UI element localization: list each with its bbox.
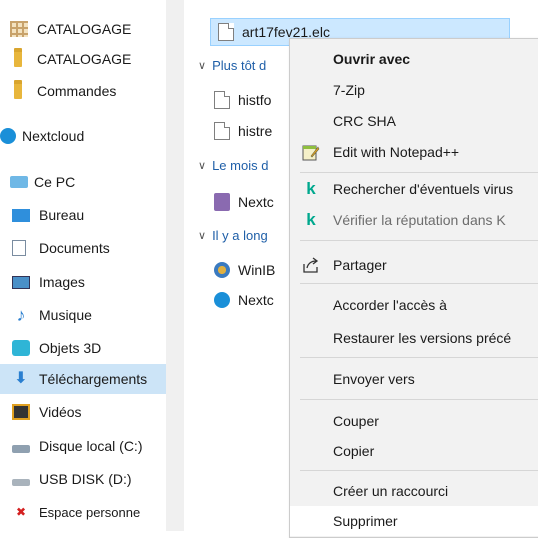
- menu-separator: [300, 357, 538, 358]
- objects-3d-icon: [12, 340, 30, 356]
- menu-item-couper[interactable]: Couper: [290, 406, 538, 436]
- menu-separator: [300, 283, 538, 284]
- menu-item-crc-sha[interactable]: CRC SHA: [290, 106, 538, 136]
- chevron-down-icon: ∨: [198, 160, 207, 172]
- chevron-down-icon: ∨: [198, 60, 207, 72]
- documents-icon: [12, 240, 26, 256]
- chevron-down-icon: ∨: [198, 230, 207, 242]
- nextcloud-icon: [214, 292, 230, 308]
- usb-drive-icon: [12, 479, 30, 486]
- kaspersky-icon: k: [306, 210, 316, 229]
- nav-item-disque-local[interactable]: Disque local (C:): [12, 431, 178, 461]
- nextcloud-icon: [0, 128, 16, 144]
- menu-item-ouvrir-avec[interactable]: Ouvrir avec: [290, 44, 538, 74]
- menu-separator: [300, 240, 538, 241]
- file-row-winib[interactable]: WinIB: [214, 258, 275, 282]
- pictures-icon: [12, 275, 30, 289]
- menu-item-supprimer[interactable]: Supprimer: [290, 506, 538, 536]
- file-row-nextc-1[interactable]: Nextc: [214, 190, 274, 214]
- folder-icon: [14, 80, 22, 99]
- nav-item-objets-3d[interactable]: Objets 3D: [12, 333, 178, 363]
- menu-item-edit-notepad[interactable]: Edit with Notepad++: [290, 137, 538, 167]
- kaspersky-icon: k: [306, 179, 316, 198]
- nav-item-telechargements[interactable]: ⬇ Téléchargements: [0, 364, 166, 394]
- menu-item-partager[interactable]: Partager: [290, 250, 538, 280]
- menu-separator: [300, 399, 538, 400]
- folder-icon: [14, 48, 22, 67]
- installer-icon: [214, 193, 230, 211]
- winibw-icon: [214, 262, 230, 278]
- grid-folder-icon: [10, 21, 28, 37]
- group-header-le-mois[interactable]: ∨ Le mois d: [198, 158, 268, 173]
- menu-item-envoyer-vers[interactable]: Envoyer vers: [290, 364, 538, 394]
- nav-item-espace-personnel[interactable]: ✖ Espace personne: [12, 497, 178, 527]
- nav-item-documents[interactable]: Documents: [12, 233, 178, 263]
- desktop-icon: [12, 208, 30, 222]
- group-header-plus-tot[interactable]: ∨ Plus tôt d: [198, 58, 266, 73]
- file-icon: [218, 23, 234, 41]
- share-icon: [302, 256, 320, 274]
- menu-item-7zip[interactable]: 7-Zip: [290, 75, 538, 105]
- videos-icon: [12, 404, 30, 420]
- menu-item-rechercher-virus[interactable]: k Rechercher d'éventuels virus: [290, 174, 538, 204]
- menu-item-restaurer-versions[interactable]: Restaurer les versions précé: [290, 323, 538, 353]
- file-row-histre[interactable]: histre: [214, 119, 272, 143]
- file-icon: [214, 122, 230, 140]
- menu-item-creer-raccourci[interactable]: Créer un raccourci: [290, 476, 538, 506]
- nav-item-usb-disk[interactable]: USB DISK (D:): [12, 464, 178, 494]
- menu-item-accorder-acces[interactable]: Accorder l'accès à: [290, 290, 538, 320]
- nav-item-images[interactable]: Images: [12, 267, 178, 297]
- group-header-il-y-a[interactable]: ∨ Il y a long: [198, 228, 268, 243]
- nav-item-musique[interactable]: ♪ Musique: [12, 300, 178, 330]
- music-icon: ♪: [16, 305, 26, 325]
- nav-item-nextcloud[interactable]: Nextcloud: [0, 121, 166, 151]
- computer-icon: [10, 176, 28, 188]
- nav-item-catalogage-2[interactable]: CATALOGAGE: [10, 44, 176, 74]
- nav-item-commandes[interactable]: Commandes: [10, 76, 176, 106]
- local-disk-icon: [12, 445, 30, 453]
- menu-separator: [300, 172, 538, 173]
- nav-item-ce-pc[interactable]: Ce PC: [10, 167, 176, 197]
- notepad-plus-plus-icon: [302, 143, 320, 161]
- menu-separator: [300, 470, 538, 471]
- navigation-pane: CATALOGAGE CATALOGAGE Commandes Nextclou…: [0, 0, 184, 531]
- menu-item-verifier-reputation[interactable]: k Vérifier la réputation dans K: [290, 205, 538, 235]
- file-row-nextc-2[interactable]: Nextc: [214, 288, 274, 312]
- menu-item-copier[interactable]: Copier: [290, 436, 538, 466]
- nav-scrollbar[interactable]: [166, 0, 184, 531]
- nav-item-videos[interactable]: Vidéos: [12, 397, 178, 427]
- context-menu: Ouvrir avec 7-Zip CRC SHA Edit with Note…: [289, 38, 538, 538]
- file-icon: [214, 91, 230, 109]
- nav-item-catalogage-1[interactable]: CATALOGAGE: [10, 14, 176, 44]
- network-drive-icon: ✖: [15, 505, 27, 519]
- download-icon: ⬇: [14, 370, 28, 387]
- file-row-histfo[interactable]: histfo: [214, 88, 271, 112]
- nav-item-bureau[interactable]: Bureau: [12, 200, 178, 230]
